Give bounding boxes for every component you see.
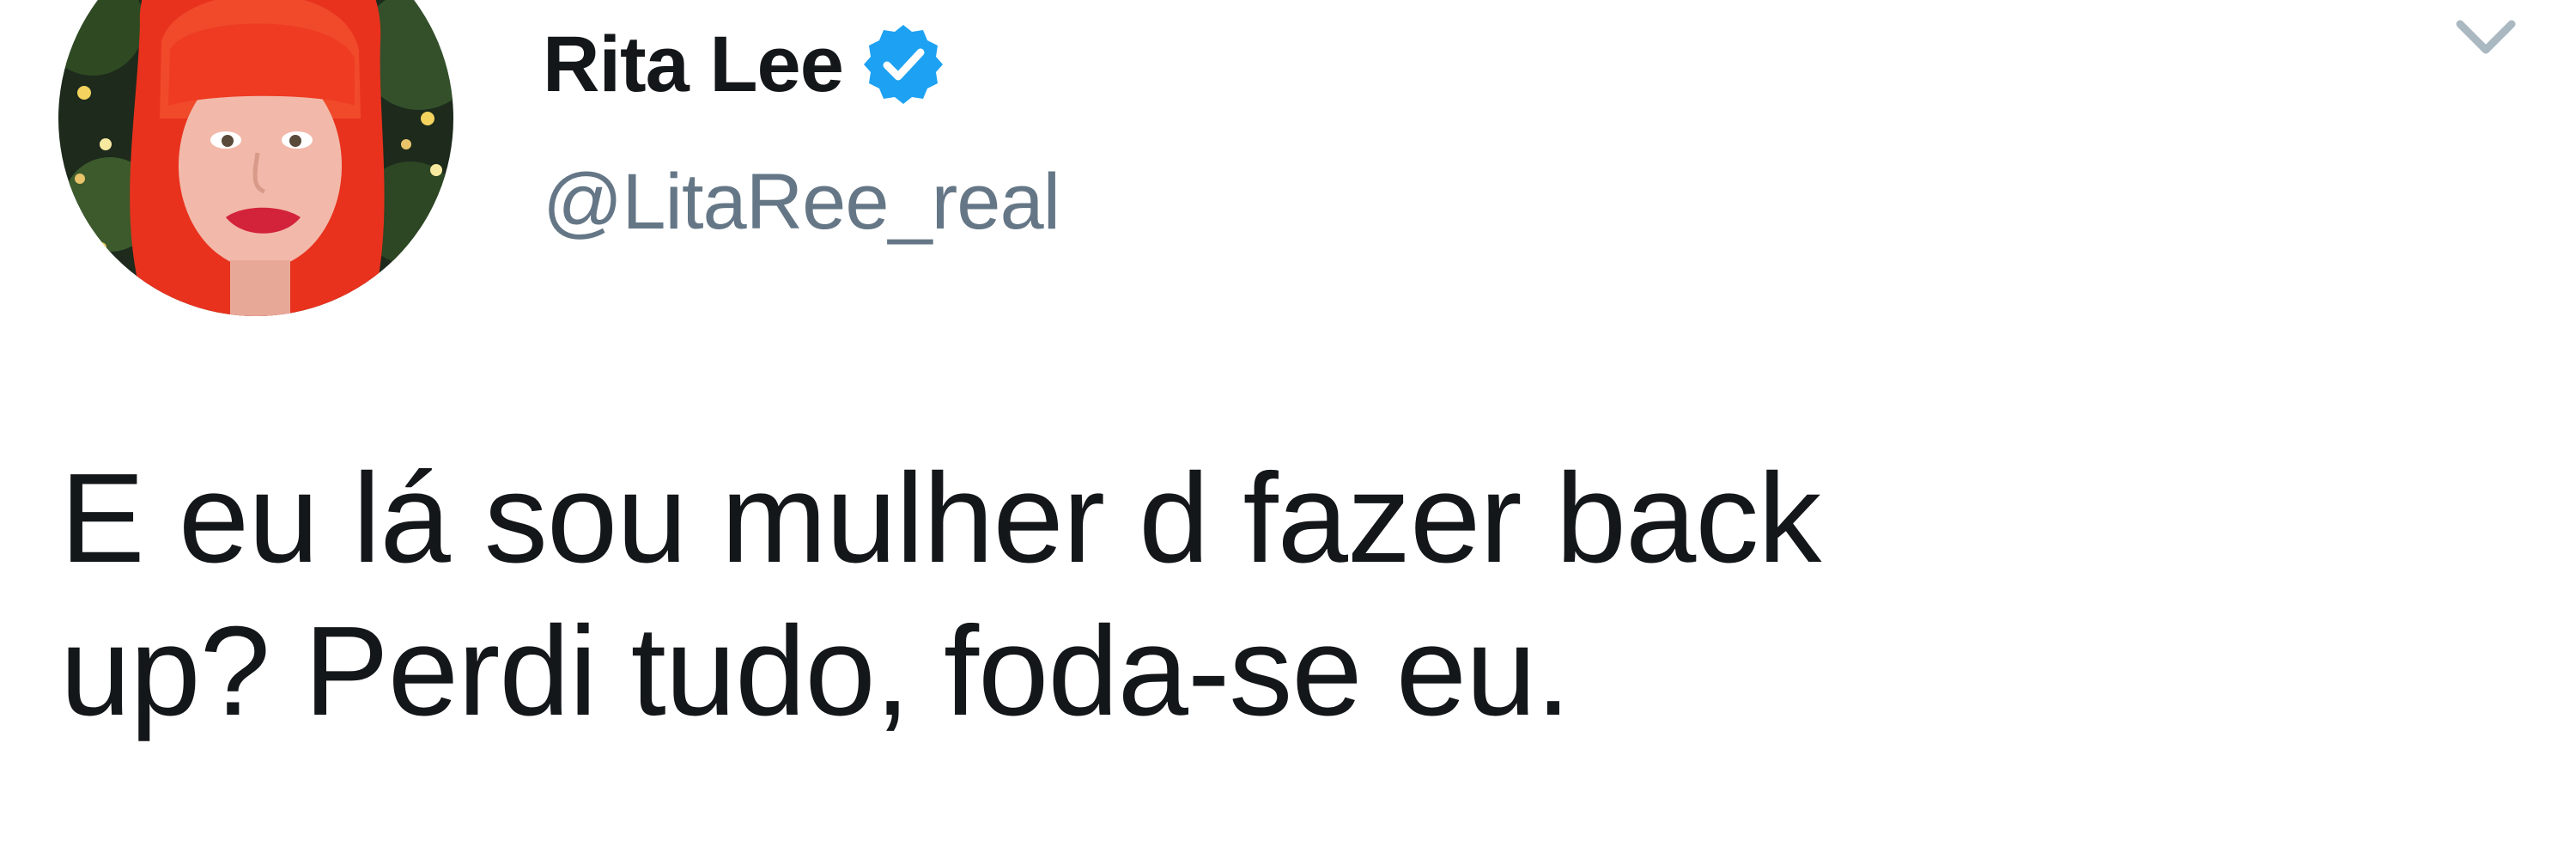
author-name-row: Rita Lee <box>543 9 945 120</box>
tweet-text-line: E eu lá sou mulher d fazer back <box>60 448 1821 589</box>
chevron-down-icon[interactable] <box>2447 9 2524 69</box>
author-avatar[interactable] <box>58 0 453 316</box>
verified-badge-icon <box>862 23 945 106</box>
author-handle[interactable]: @LitaRee_real <box>543 155 1060 249</box>
tweet-text-line: up? Perdi tudo, foda-se eu. <box>60 600 1571 742</box>
tweet-text: E eu lá sou mulher d fazer back up? Perd… <box>60 442 2447 747</box>
avatar-image <box>58 0 453 316</box>
tweet-card[interactable]: Rita Lee @LitaRee_real E eu lá sou mulhe… <box>0 0 2576 859</box>
author-display-name[interactable]: Rita Lee <box>543 25 844 104</box>
